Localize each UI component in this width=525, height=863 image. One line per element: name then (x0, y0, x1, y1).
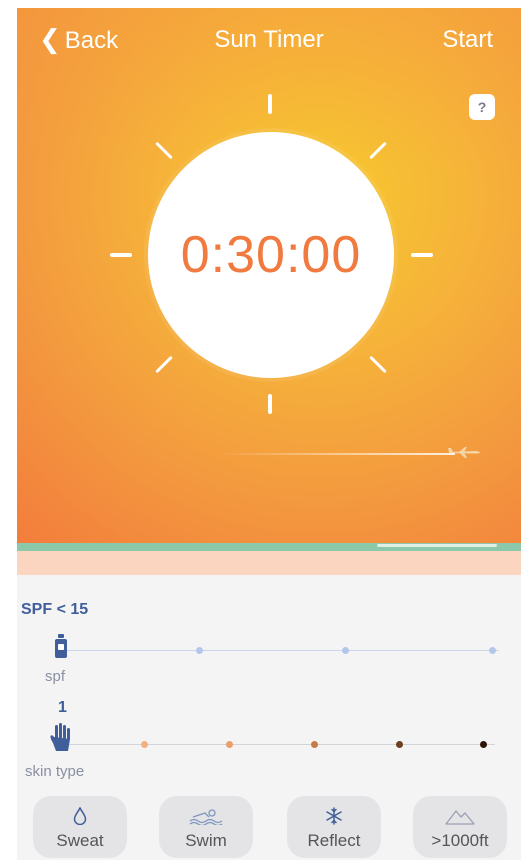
skin-type-value: 1 (58, 699, 67, 716)
sun-ray-right (411, 253, 433, 257)
spf-slider-track[interactable] (59, 650, 499, 651)
spf-step-dot[interactable] (342, 647, 349, 654)
skin-step-dot-4[interactable] (396, 741, 403, 748)
top-nav-bar: ❮ Back Sun Timer Start (17, 24, 521, 66)
spf-value-label: SPF < 15 (21, 601, 89, 618)
skin-step-dot-3[interactable] (311, 741, 318, 748)
sun-timer-dial[interactable]: 0:30:00 (148, 132, 394, 378)
mountain-icon (445, 810, 475, 825)
settings-panel: SPF < 15 spf 1 skin type Sweat Swim Refl… (17, 575, 521, 860)
sweat-label: Sweat (56, 831, 104, 850)
skin-step-dot-5[interactable] (480, 741, 487, 748)
airplane-icon (448, 447, 480, 458)
skin-step-dot-1[interactable] (141, 741, 148, 748)
droplet-icon (73, 807, 87, 825)
timer-display: 0:30:00 (180, 226, 362, 284)
sun-timer-screen: ❮ Back Sun Timer Start ? 0:30:00 SPF < 1… (17, 8, 521, 860)
swimmer-icon (189, 809, 223, 825)
sand-strip (17, 551, 521, 575)
hand-icon[interactable] (50, 723, 72, 753)
spf-step-dot[interactable] (196, 647, 203, 654)
sun-ray-bottom (268, 394, 272, 414)
swim-toggle-button[interactable]: Swim (159, 796, 253, 858)
skin-slider-track[interactable] (65, 744, 495, 745)
sea-glint (377, 544, 497, 547)
plane-trail (217, 453, 455, 455)
sunscreen-bottle-icon[interactable] (54, 634, 68, 658)
altitude-label: >1000ft (431, 831, 489, 850)
snowflake-icon (326, 807, 342, 825)
altitude-toggle-button[interactable]: >1000ft (413, 796, 507, 858)
sun-ray-left (110, 253, 132, 257)
help-button[interactable]: ? (469, 94, 495, 120)
spf-caption: spf (45, 668, 66, 685)
reflect-toggle-button[interactable]: Reflect (287, 796, 381, 858)
spf-step-dot[interactable] (489, 647, 496, 654)
swim-label: Swim (185, 831, 227, 850)
start-button[interactable]: Start (442, 26, 493, 54)
reflect-label: Reflect (307, 831, 361, 850)
skin-step-dot-2[interactable] (226, 741, 233, 748)
sun-ray-top (268, 94, 272, 114)
sweat-toggle-button[interactable]: Sweat (33, 796, 127, 858)
skin-type-caption: skin type (25, 763, 85, 780)
